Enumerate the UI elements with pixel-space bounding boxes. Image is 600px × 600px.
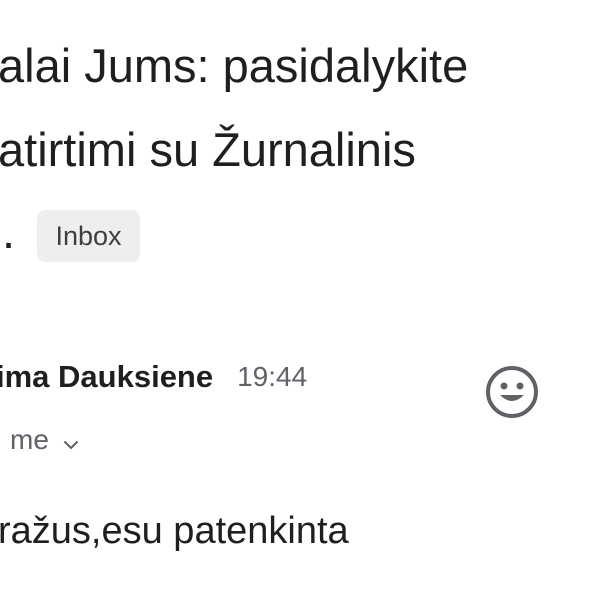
smiley-face-icon[interactable] (484, 364, 540, 420)
inbox-label-chip[interactable]: Inbox (37, 210, 140, 262)
chevron-down-icon (61, 430, 81, 450)
recipient-label: me (10, 424, 49, 455)
email-subject-line-2: atirtimi su Žurnalinis (0, 123, 416, 176)
email-subject-ellipsis: . (2, 205, 16, 258)
sender-name: ima Dauksiene (0, 359, 214, 394)
message-time: 19:44 (237, 361, 308, 392)
email-subject-line-1: alai Jums: pasidalykite (0, 39, 469, 92)
recipient-details-toggle[interactable]: me (10, 420, 81, 460)
sender-row[interactable]: ima Dauksiene 19:44 (0, 357, 307, 397)
email-view: alai Jums: pasidalykite atirtimi su Žurn… (0, 0, 600, 600)
message-body: ražus,esu patenkinta (0, 510, 349, 552)
